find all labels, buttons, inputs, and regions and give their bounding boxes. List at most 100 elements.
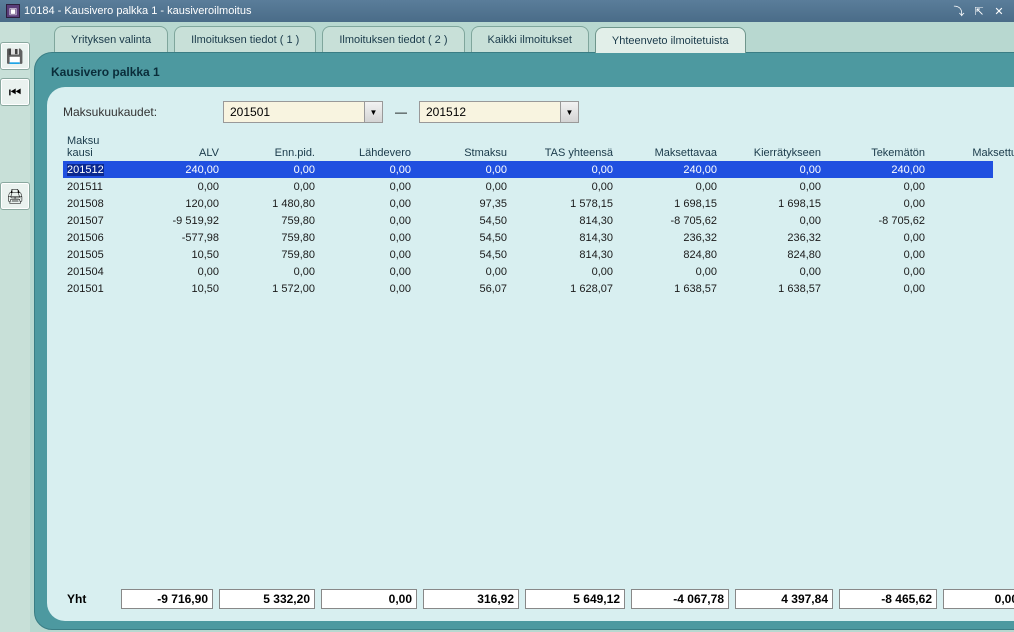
panel-title: Kausivero palkka 1 [51,65,1014,79]
cell-alv: -577,98 [131,229,223,246]
col-header-h3[interactable]: Lähdevero [319,131,415,161]
grid-scroll-area[interactable]: 201512240,000,000,000,000,00240,000,0024… [63,161,993,579]
exit-button[interactable]: ⏮ [0,78,30,106]
cell-kier: 0,00 [721,263,825,280]
cell-tek: 0,00 [825,280,929,297]
window-title: 10184 - Kausivero palkka 1 - kausiveroil… [24,5,948,17]
total-tas: 5 649,12 [525,589,625,609]
period-from-combo[interactable]: 201501 ▼ [223,101,383,123]
table-row[interactable]: 201508120,001 480,800,0097,351 578,151 6… [63,195,993,212]
cell-st: 54,50 [415,229,511,246]
tab-2[interactable]: Ilmoituksen tiedot ( 2 ) [322,26,464,52]
cell-lahde: 0,00 [319,161,415,178]
tab-1[interactable]: Ilmoituksen tiedot ( 1 ) [174,26,316,52]
cell-tek: 0,00 [825,229,929,246]
period-separator: — [393,105,409,119]
cell-lahde: 0,00 [319,280,415,297]
total-enn: 5 332,20 [219,589,315,609]
cell-st: 97,35 [415,195,511,212]
cell-kier: 0,00 [721,212,825,229]
total-kier: 4 397,84 [735,589,833,609]
total-maksettavaa: -4 067,78 [631,589,729,609]
cell-enn: 0,00 [223,161,319,178]
total-st: 316,92 [423,589,519,609]
cell-kier: 0,00 [721,178,825,195]
cell-tek: 240,00 [825,161,929,178]
print-button[interactable]: 🖨 [0,182,30,210]
total-alv: -9 716,90 [121,589,213,609]
tab-3[interactable]: Kaikki ilmoitukset [471,26,589,52]
cell-tas: 0,00 [511,263,617,280]
cell-enn: 1 480,80 [223,195,319,212]
cell-enn: 759,80 [223,246,319,263]
cell-lahde: 0,00 [319,195,415,212]
cell-kier: 0,00 [721,161,825,178]
cell-lahde: 0,00 [319,178,415,195]
cell-lahde: 0,00 [319,246,415,263]
cell-tek: -8 705,62 [825,212,929,229]
cell-st: 0,00 [415,263,511,280]
cell-alv: 120,00 [131,195,223,212]
chevron-down-icon[interactable]: ▼ [364,102,382,122]
totals-label: Yht [63,592,115,606]
summary-panel: Kausivero palkka 1 Maksukuukaudet: 20150… [34,52,1014,630]
cell-maksettu: 0,00 [929,229,993,246]
period-to-combo[interactable]: 201512 ▼ [419,101,579,123]
cell-st: 0,00 [415,178,511,195]
cell-maksettavaa: 1 698,15 [617,195,721,212]
cell-kausi: 201511 [63,178,131,195]
cell-kausi: 201504 [63,263,131,280]
tab-0[interactable]: Yrityksen valinta [54,26,168,52]
cell-kausi: 201505 [63,246,131,263]
cell-tas: 1 578,15 [511,195,617,212]
totals-row: Yht -9 716,90 5 332,20 0,00 316,92 5 649… [63,589,1014,609]
col-header-h7[interactable]: Kierrätykseen [721,131,825,161]
cell-maksettavaa: 0,00 [617,178,721,195]
window-titlebar: ▣ 10184 - Kausivero palkka 1 - kausivero… [0,0,1014,22]
cell-tek: 0,00 [825,178,929,195]
table-row[interactable]: 20150510,50759,800,0054,50814,30824,8082… [63,246,993,263]
col-header-h2[interactable]: Enn.pid. [223,131,319,161]
cell-kausi: 201512 [63,161,131,178]
exit-icon: ⏮ [9,84,22,101]
table-row[interactable]: 2015040,000,000,000,000,000,000,000,000,… [63,263,993,280]
cell-maksettu: 0,00 [929,246,993,263]
table-row[interactable]: 20150110,501 572,000,0056,071 628,071 63… [63,280,993,297]
cell-st: 56,07 [415,280,511,297]
table-row[interactable]: 201506-577,98759,800,0054,50814,30236,32… [63,229,993,246]
cell-lahde: 0,00 [319,229,415,246]
cell-maksettavaa: 0,00 [617,263,721,280]
cell-lahde: 0,00 [319,263,415,280]
maximize-icon[interactable]: ⇱ [970,3,988,19]
col-header-h5[interactable]: TAS yhteensä [511,131,617,161]
cell-tas: 0,00 [511,161,617,178]
table-row[interactable]: 201507-9 519,92759,800,0054,50814,30-8 7… [63,212,993,229]
cell-lahde: 0,00 [319,212,415,229]
chevron-down-icon[interactable]: ▼ [560,102,578,122]
col-header-h9[interactable]: Maksettu [929,131,1014,161]
cell-enn: 759,80 [223,212,319,229]
col-header-h0[interactable]: Maksukausi [63,131,131,161]
total-lahde: 0,00 [321,589,417,609]
cell-enn: 0,00 [223,263,319,280]
cell-tas: 1 628,07 [511,280,617,297]
cell-maksettu: 0,00 [929,161,993,178]
save-button[interactable]: 💾 [0,42,30,70]
cell-alv: -9 519,92 [131,212,223,229]
period-from-value: 201501 [224,105,364,119]
table-row[interactable]: 2015110,000,000,000,000,000,000,000,000,… [63,178,993,195]
col-header-h4[interactable]: Stmaksu [415,131,511,161]
cell-enn: 1 572,00 [223,280,319,297]
cell-alv: 10,50 [131,280,223,297]
tab-4[interactable]: Yhteenveto ilmoitetuista [595,27,746,53]
col-header-h8[interactable]: Tekemätön [825,131,929,161]
col-header-h6[interactable]: Maksettavaa [617,131,721,161]
col-header-h1[interactable]: ALV [131,131,223,161]
app-icon: ▣ [6,4,20,18]
table-row[interactable]: 201512240,000,000,000,000,00240,000,0024… [63,161,993,178]
cell-enn: 759,80 [223,229,319,246]
cell-maksettu: 0,00 [929,212,993,229]
minimize-icon[interactable]: ⤵ [950,3,968,19]
cell-kausi: 201507 [63,212,131,229]
close-icon[interactable]: ✕ [990,3,1008,19]
